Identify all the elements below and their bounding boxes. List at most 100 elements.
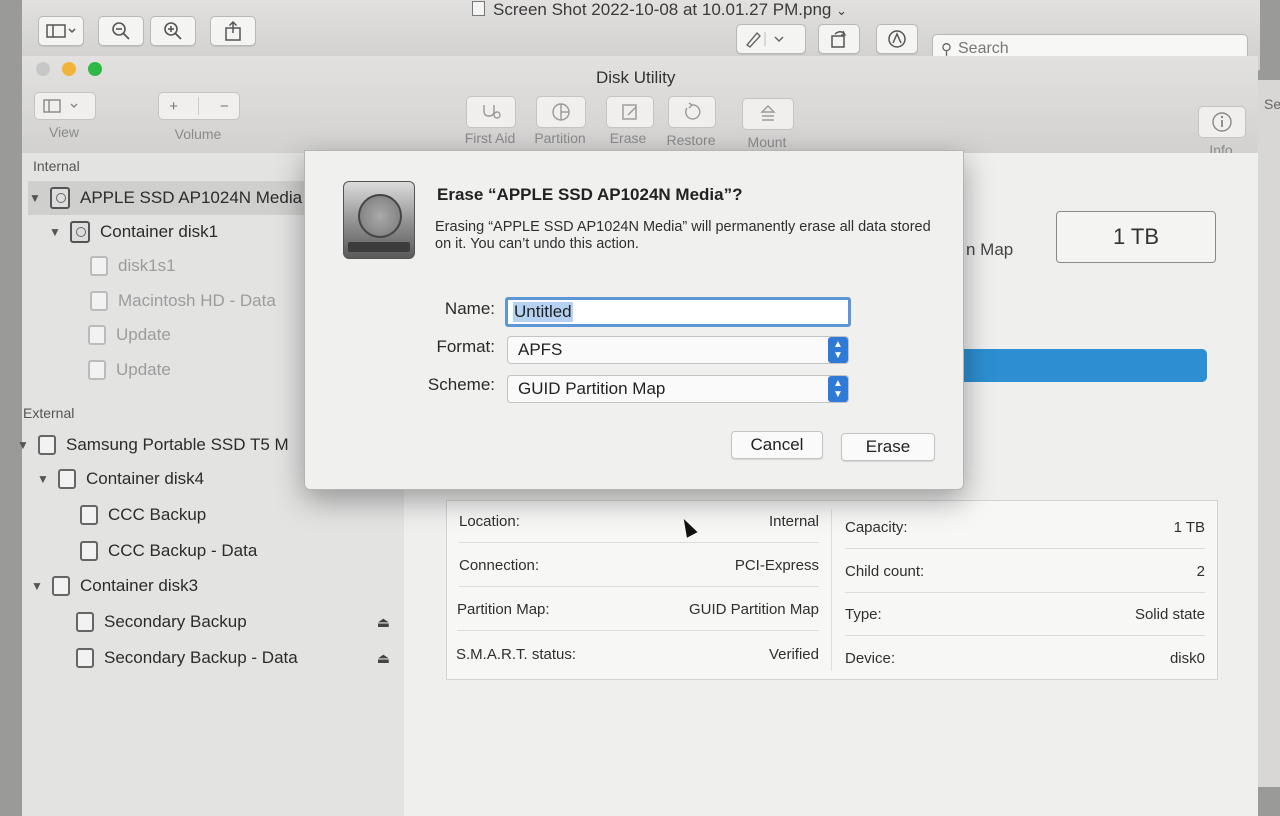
partition-button[interactable] — [536, 96, 586, 128]
erase-toolbar-button[interactable] — [606, 96, 654, 128]
container-icon — [52, 576, 70, 596]
scheme-value: GUID Partition Map — [518, 379, 666, 398]
sidebar-item-disk1s1[interactable]: disk1s1 — [90, 249, 176, 283]
info-row-location: Location: Internal — [459, 501, 819, 543]
name-field[interactable]: Untitled — [505, 297, 851, 327]
external-section-label: External — [23, 405, 75, 421]
divider — [198, 97, 200, 115]
info-button[interactable] — [1198, 106, 1246, 138]
info-row-connection: Connection: PCI-Express — [459, 545, 819, 587]
hard-drive-icon — [343, 181, 415, 259]
dialog-message: Erasing “APPLE SSD AP1024N Media” will p… — [435, 219, 931, 252]
first-aid-button[interactable] — [466, 96, 516, 128]
format-popup[interactable]: APFS ▲ ▼ — [507, 336, 849, 364]
sidebar-item-update-2[interactable]: Update — [88, 353, 171, 387]
sidebar-item-ccc-backup-data[interactable]: CCC Backup - Data — [80, 534, 257, 568]
volume-icon — [76, 612, 94, 632]
sidebar-toggle-button[interactable] — [38, 16, 84, 46]
mount-icon — [760, 105, 776, 121]
sidebar-item-samsung-ssd[interactable]: ▼ Samsung Portable SSD T5 M — [16, 428, 306, 462]
cancel-button[interactable]: Cancel — [731, 431, 823, 459]
info-row-child-count: Child count: 2 — [845, 551, 1205, 593]
container-icon — [58, 469, 76, 489]
zoom-out-button[interactable] — [98, 16, 144, 46]
format-label: Format: — [436, 337, 495, 356]
share-icon — [225, 21, 241, 41]
info-row-type: Type: Solid state — [845, 594, 1205, 636]
restore-label: Restore — [666, 132, 716, 148]
external-disk-icon — [38, 435, 56, 455]
scheme-label: Scheme: — [427, 375, 495, 394]
partition-icon — [552, 103, 570, 121]
erase-button[interactable]: Erase — [841, 433, 935, 461]
preview-title: Screen Shot 2022-10-08 at 10.01.27 PM.pn… — [472, 0, 847, 20]
volume-icon — [88, 360, 106, 380]
volume-icon — [76, 648, 94, 668]
sidebar-icon — [43, 99, 78, 113]
markup-icon — [888, 30, 906, 48]
background-window-text: Se — [1264, 96, 1280, 112]
format-value: APFS — [518, 340, 563, 359]
first-aid-label: First Aid — [464, 130, 516, 146]
rotate-icon — [831, 30, 847, 48]
info-row-partition-map: Partition Map: GUID Partition Map — [457, 589, 819, 631]
document-icon — [472, 1, 485, 16]
sidebar-item-ccc-backup[interactable]: CCC Backup — [80, 498, 206, 532]
capacity-box: 1 TB — [1056, 211, 1216, 263]
disclosure-triangle-icon[interactable]: ▼ — [28, 191, 42, 205]
erase-icon — [622, 104, 637, 120]
disclosure-triangle-icon[interactable]: ▼ — [48, 225, 62, 239]
restore-button[interactable] — [668, 96, 716, 128]
name-value: Untitled — [513, 302, 573, 322]
sidebar-item-secondary-backup-data[interactable]: Secondary Backup - Data ⏏ — [76, 641, 390, 675]
volume-icon — [80, 541, 98, 561]
sidebar-item-secondary-backup[interactable]: Secondary Backup ⏏ — [76, 605, 390, 639]
chevron-down-icon[interactable]: ⌄ — [836, 3, 847, 18]
internal-section-label: Internal — [33, 158, 80, 174]
scheme-popup[interactable]: GUID Partition Map ▲ ▼ — [507, 375, 849, 403]
minimize-window-button[interactable] — [62, 62, 76, 76]
sidebar-item-macintosh-hd-data[interactable]: Macintosh HD - Data — [90, 284, 276, 318]
sidebar-item-container-disk1[interactable]: ▼ Container disk1 — [48, 215, 218, 249]
disclosure-triangle-icon[interactable]: ▼ — [36, 472, 50, 486]
zoom-window-button[interactable] — [88, 62, 102, 76]
zoom-in-button[interactable] — [150, 16, 196, 46]
zoom-out-icon — [112, 22, 130, 40]
disclosure-triangle-icon[interactable]: ▼ — [30, 579, 44, 593]
internal-disk-icon — [50, 187, 70, 209]
popup-stepper-icon: ▲ ▼ — [828, 337, 848, 363]
usage-bar — [955, 349, 1207, 382]
share-button[interactable] — [210, 16, 256, 46]
disclosure-triangle-icon[interactable]: ▼ — [16, 438, 30, 452]
close-window-button[interactable] — [36, 62, 50, 76]
eject-icon[interactable]: ⏏ — [377, 650, 390, 667]
disk-utility-toolbar: Disk Utility View + − Volume First Aid P… — [22, 56, 1258, 158]
info-row-smart-status: S.M.A.R.T. status: Verified — [456, 645, 819, 663]
rotate-button[interactable] — [818, 24, 860, 54]
sidebar-item-apple-ssd[interactable]: ▼ APPLE SSD AP1024N Media — [28, 181, 328, 215]
sidebar-item-container-disk4[interactable]: ▼ Container disk4 — [36, 462, 204, 496]
mount-button[interactable] — [742, 98, 794, 130]
name-label: Name: — [444, 299, 495, 318]
column-divider — [831, 509, 832, 671]
view-label: View — [48, 124, 80, 140]
volume-label: Volume — [174, 126, 222, 142]
sidebar-item-container-disk3[interactable]: ▼ Container disk3 — [30, 569, 198, 603]
pen-icon — [745, 31, 784, 48]
disk-subtitle-fragment: n Map — [966, 240, 1014, 259]
remove-volume-button[interactable]: − — [220, 98, 229, 115]
add-volume-button[interactable]: + — [169, 98, 178, 115]
sidebar-icon — [46, 24, 76, 38]
markup-pen-button[interactable] — [736, 24, 806, 54]
volume-icon — [90, 256, 108, 276]
sidebar-item-update-1[interactable]: Update — [88, 318, 171, 352]
eject-icon[interactable]: ⏏ — [377, 614, 390, 631]
window-title: Disk Utility — [596, 68, 676, 87]
erase-dialog: Erase “APPLE SSD AP1024N Media”? Erasing… — [304, 150, 964, 490]
info-table: Location: Internal Connection: PCI-Express… — [446, 500, 1218, 680]
background-window-edge: Se — [1258, 80, 1280, 787]
stethoscope-icon — [483, 105, 501, 119]
info-row-capacity: Capacity: 1 TB — [845, 507, 1205, 549]
markup-toolbar-button[interactable] — [876, 24, 918, 54]
view-button[interactable] — [34, 92, 96, 120]
